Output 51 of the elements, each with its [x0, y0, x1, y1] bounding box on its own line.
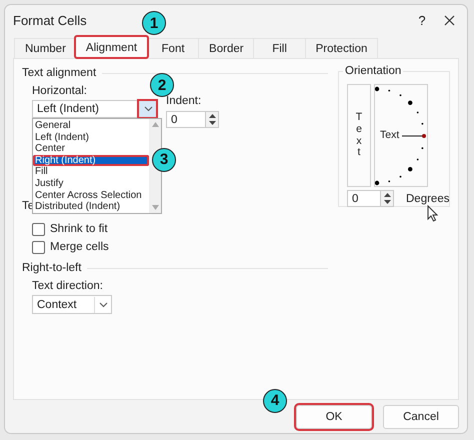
- field-label: Indent:: [166, 95, 202, 107]
- caret-icon: [98, 302, 108, 308]
- dropdown-option[interactable]: Center Across Selection: [33, 190, 149, 202]
- dropdown-option[interactable]: Distributed (Indent): [33, 201, 149, 213]
- checkbox-label[interactable]: Merge cells: [50, 241, 109, 253]
- dropdown-option[interactable]: Justify: [33, 178, 149, 190]
- callout-badge: 2: [150, 73, 174, 97]
- dropdown-option[interactable]: Right (Indent): [33, 154, 149, 166]
- dropdown-button[interactable]: [139, 101, 156, 117]
- checkbox[interactable]: [32, 222, 45, 236]
- vertical-text-box[interactable]: Text: [347, 84, 371, 187]
- up-arrow-icon[interactable]: [208, 114, 216, 118]
- callout-badge: 1: [142, 11, 166, 35]
- down-arrow-icon[interactable]: [384, 200, 390, 204]
- help-button[interactable]: ?: [400, 13, 444, 28]
- window-title: Format Cells: [13, 13, 87, 28]
- tab[interactable]: Border: [198, 38, 255, 58]
- vertical-text: Text: [354, 112, 366, 159]
- callout-badge: 3: [152, 148, 176, 172]
- tab[interactable]: Protection: [304, 38, 378, 58]
- cursor-icon: [427, 205, 438, 222]
- dropdown-value: Left (Indent): [37, 103, 100, 115]
- down-arrow-icon[interactable]: [208, 121, 216, 126]
- close-icon[interactable]: [444, 15, 455, 26]
- section-title: Right-to-left: [22, 260, 328, 276]
- tab[interactable]: Fill: [252, 38, 307, 58]
- orientation-dial[interactable]: Text: [374, 84, 428, 187]
- field-label: Horizontal:: [32, 84, 88, 97]
- field-label: Degrees: [406, 192, 450, 204]
- dropdown-field[interactable]: Left (Indent): [32, 100, 157, 118]
- caret-icon: [144, 106, 152, 112]
- dropdown-option[interactable]: Fill: [33, 166, 149, 178]
- number-field[interactable]: 0: [347, 190, 381, 207]
- dial-text: Text: [380, 129, 400, 141]
- cancel-button[interactable]: Cancel: [383, 404, 459, 428]
- tab[interactable]: Number: [14, 38, 77, 58]
- field-label: Text direction:: [32, 279, 104, 292]
- spin-button[interactable]: [206, 111, 219, 128]
- ok-button[interactable]: OK: [296, 404, 372, 428]
- spin-button[interactable]: [381, 190, 394, 207]
- dropdown-value: Context: [37, 298, 78, 310]
- checkbox[interactable]: [32, 240, 45, 254]
- dropdown-option[interactable]: Center: [33, 143, 149, 155]
- dropdown-field[interactable]: Context: [32, 295, 112, 314]
- tab[interactable]: Alignment: [74, 36, 148, 58]
- dropdown-option[interactable]: Left (Indent): [33, 132, 149, 144]
- up-arrow-icon[interactable]: [384, 192, 390, 197]
- number-field[interactable]: 0: [166, 111, 206, 128]
- dropdown-option[interactable]: General: [33, 120, 149, 132]
- checkbox-label[interactable]: Shrink to fit: [50, 223, 108, 235]
- section-title: Orientation: [343, 65, 404, 77]
